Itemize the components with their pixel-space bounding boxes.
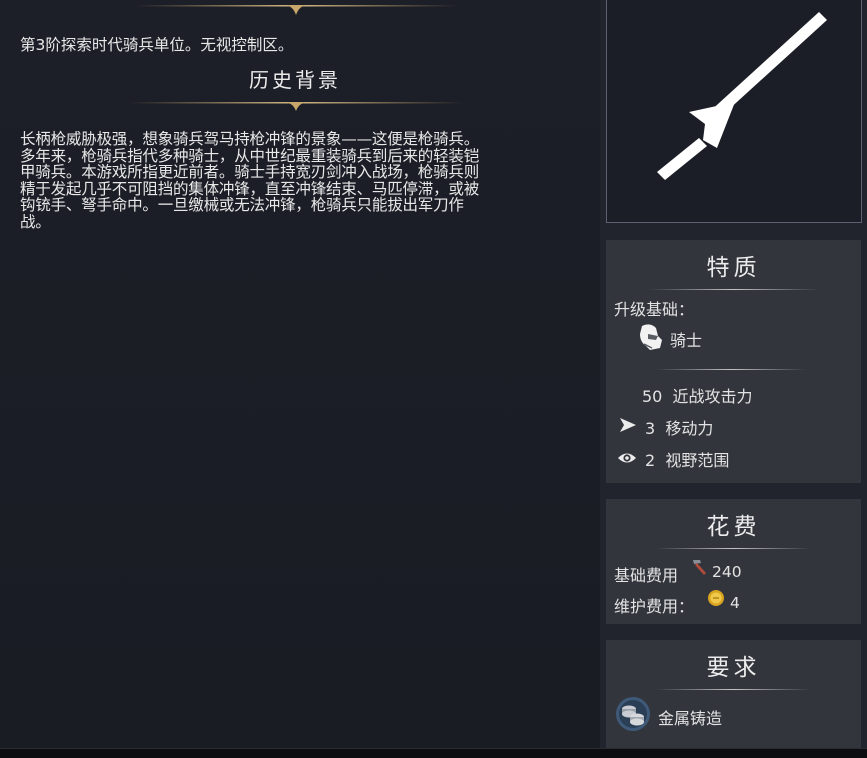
base-cost-value: 240 [712,563,742,581]
upgrade-label: 升级基础： [614,300,695,319]
melee-label: 近战攻击力 [672,387,753,406]
melee-stat: 50 近战攻击力 [642,383,753,407]
movement-value: 3 [645,419,656,438]
history-heading: 历史背景 [249,68,341,92]
vision-label: 视野范围 [665,451,730,470]
knight-helmet-icon [636,322,664,356]
upkeep-value: 4 [730,594,740,612]
movement-label: 移动力 [665,419,714,438]
history-line: 多年来，枪骑兵指代多种骑士，从中世纪最重装骑兵到后来的轻装铠 [20,146,480,165]
unit-description: 第3阶探索时代骑兵单位。无视控制区。 [20,36,294,54]
history-line: 钩铳手、弩手命中。一旦缴械或无法冲锋，枪骑兵只能拔出军刀作 [20,196,464,214]
history-line: 精于发起几乎不可阻挡的集体冲锋，直至冲锋结束、马匹停滞，或被 [20,179,480,198]
requirement-tech-name[interactable]: 金属铸造 [658,705,722,729]
cost-panel: 花费 基础费用 240 维护费用： 4 [606,499,861,624]
vision-value: 2 [645,451,656,470]
traits-panel: 特质 升级基础： 骑士 50 近战攻击力 3 移动力 2 视野范围 [606,240,861,483]
traits-title: 特质 [706,255,761,281]
traits-divider [648,289,819,290]
cost-title: 花费 [706,514,761,540]
ornament-divider-top [135,0,457,15]
unit-portrait [606,0,862,223]
gold-coin-icon [707,589,725,611]
base-cost-label: 基础费用 [614,566,679,585]
movement-arrow-icon [619,417,637,437]
requirements-panel: 要求 金属铸造 [606,640,861,748]
eye-icon [617,450,637,469]
cost-divider [656,548,811,549]
history-text: 长柄枪威胁极强，想象骑兵驾马持枪冲锋的景象——这便是枪骑兵。 多年来，枪骑兵指代… [20,131,568,230]
base-cost-row: 基础费用 [614,562,678,586]
hammer-icon [690,558,708,580]
history-pane: 第3阶探索时代骑兵单位。无视控制区。 历史背景 长柄枪威胁极强，想象骑兵驾马持枪… [0,0,600,748]
melee-value: 50 [642,387,663,406]
movement-stat: 3 移动力 [645,415,713,439]
metal-casting-icon[interactable] [615,696,651,736]
history-line: 长柄枪威胁极强，想象骑兵驾马持枪冲锋的景象——这便是枪骑兵。 [20,130,480,148]
vision-stat: 2 视野范围 [645,447,729,471]
requirements-divider [656,689,811,690]
history-line: 战。 [20,212,51,231]
stats-divider [656,369,806,370]
ornament-divider-history [128,98,464,112]
lance-icon [657,12,827,180]
history-line: 甲骑兵。本游戏所指更近前者。骑士手持宽刃剑冲入战场，枪骑兵则 [20,163,480,181]
upgrade-unit-name: 骑士 [670,331,703,350]
requirements-title: 要求 [706,655,761,681]
upkeep-label: 维护费用： [614,597,695,616]
